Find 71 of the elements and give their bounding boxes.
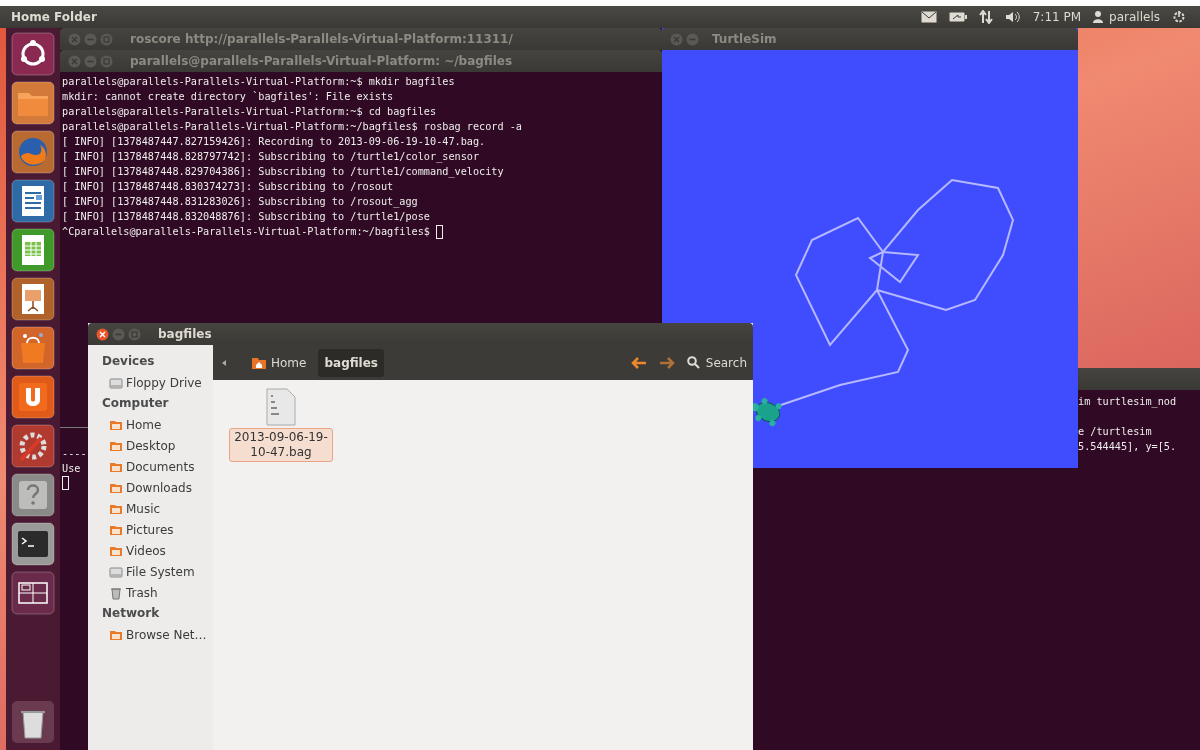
battery-icon[interactable] (948, 12, 967, 22)
terminal-line: 5.544445], y=[5. (1078, 440, 1177, 454)
terminal-line: im turtlesim_nod (1078, 395, 1177, 409)
workspace-switcher-icon[interactable] (11, 571, 55, 615)
terminal-line: [ INFO] [1378487447.827159426]: Recording to 2013-09-06-19-10-47.bag. (62, 135, 486, 149)
search-icon (686, 356, 700, 369)
terminal-line: e /turtlesim (1078, 425, 1152, 439)
file-name[interactable]: 2013-09-06-19-10-47.bag (229, 428, 333, 462)
sidebar-item[interactable]: Downloads (88, 477, 213, 498)
drive-icon (109, 375, 123, 390)
sidebar-item[interactable]: File System (88, 561, 213, 582)
terminal-line: [ INFO] [1378487448.832048876]: Subscribing to /turtle1/pose (62, 210, 430, 224)
browser-icon[interactable] (11, 130, 55, 174)
drive-icon (109, 564, 123, 579)
power-gear-icon[interactable] (1172, 10, 1186, 24)
window-title: roscore http://parallels-Parallels-Virtual-Platform:11311/ (130, 32, 513, 46)
window-title: bagfiles (158, 327, 212, 341)
scroll-left-icon[interactable] (221, 358, 227, 367)
home-folder-icon (251, 355, 267, 370)
back-arrow-icon[interactable] (630, 356, 647, 369)
trash-icon (109, 585, 123, 600)
sidebar-item[interactable]: Music (88, 498, 213, 519)
trash-icon[interactable] (11, 700, 55, 744)
presentation-icon[interactable] (11, 277, 55, 321)
breadcrumb-button[interactable]: bagfiles (318, 348, 384, 377)
sidebar-item[interactable]: Desktop (88, 435, 213, 456)
spreadsheet-icon[interactable] (11, 228, 55, 272)
sidebar-item[interactable]: Pictures (88, 519, 213, 540)
terminal-line: mkdir: cannot create directory `bagfiles': File exists (62, 90, 394, 104)
window-title: TurtleSim (712, 32, 777, 46)
terminal-line: [ INFO] [1378487448.830374273]: Subscribing to /rosout (62, 180, 394, 194)
sidebar-heading: Computer (101, 395, 170, 412)
terminal-line: parallels@parallels-Parallels-Virtual-Platform:~$ cd bagfiles (62, 105, 437, 119)
terminal-line: [ INFO] [1378487448.831283026]: Subscribing to /rosout_agg (62, 195, 418, 209)
turtle-icon (750, 398, 782, 427)
wrench-gear-icon[interactable] (11, 424, 55, 468)
active-window-title: Home Folder (11, 10, 98, 24)
close-icon[interactable] (96, 327, 109, 341)
terminal-line: [ INFO] [1378487448.829704386]: Subscribing to /turtle1/command_velocity (62, 165, 504, 179)
shopping-bag-icon[interactable] (11, 326, 55, 370)
clock[interactable]: 7:11 PM (1032, 10, 1082, 24)
terminal-line: [ INFO] [1378487448.828797742]: Subscribing to /turtle1/color_sensor (62, 150, 480, 164)
terminal-line: Use (62, 462, 81, 476)
forward-arrow-icon[interactable] (658, 356, 675, 369)
binary-file-icon[interactable] (265, 388, 297, 426)
mail-icon[interactable] (920, 11, 937, 23)
sidebar-heading: Network (101, 605, 161, 622)
terminal-line: parallels@parallels-Parallels-Virtual-Platform:~/bagfiles$ rosbag record -a (62, 120, 522, 134)
breadcrumb-button[interactable]: Home (245, 348, 313, 377)
question-mark-icon[interactable] (11, 473, 55, 517)
sidebar-heading: Devices (101, 353, 156, 370)
search-button[interactable]: Search (686, 355, 747, 370)
sidebar-item[interactable]: Videos (88, 540, 213, 561)
window-title: parallels@parallels-Parallels-Virtual-Platform: ~/bagfiles (130, 54, 513, 68)
sidebar-item[interactable]: Trash (88, 582, 213, 603)
sidebar-item[interactable]: Browse Net… (88, 624, 213, 645)
sidebar-item[interactable]: Documents (88, 456, 213, 477)
user-icon[interactable] (1093, 11, 1104, 23)
u-logo-icon[interactable] (11, 375, 55, 419)
terminal-icon[interactable] (11, 522, 55, 566)
user-name[interactable]: parallels (1109, 10, 1160, 24)
terminal-line: ---- (62, 447, 87, 461)
volume-icon[interactable] (1004, 11, 1021, 23)
terminal-line: ^Cparallels@parallels-Parallels-Virtual-Platform:~/bagfiles$ (62, 224, 444, 239)
sidebar-item[interactable]: Floppy Drive (88, 372, 213, 393)
document-icon[interactable] (11, 179, 55, 223)
folder-icon[interactable] (11, 81, 55, 125)
dash-home-icon[interactable] (11, 32, 55, 76)
network-arrows-icon[interactable] (978, 10, 993, 24)
terminal-line: parallels@parallels-Parallels-Virtual-Platform:~$ mkdir bagfiles (62, 75, 455, 89)
sidebar-item[interactable]: Home (88, 414, 213, 435)
